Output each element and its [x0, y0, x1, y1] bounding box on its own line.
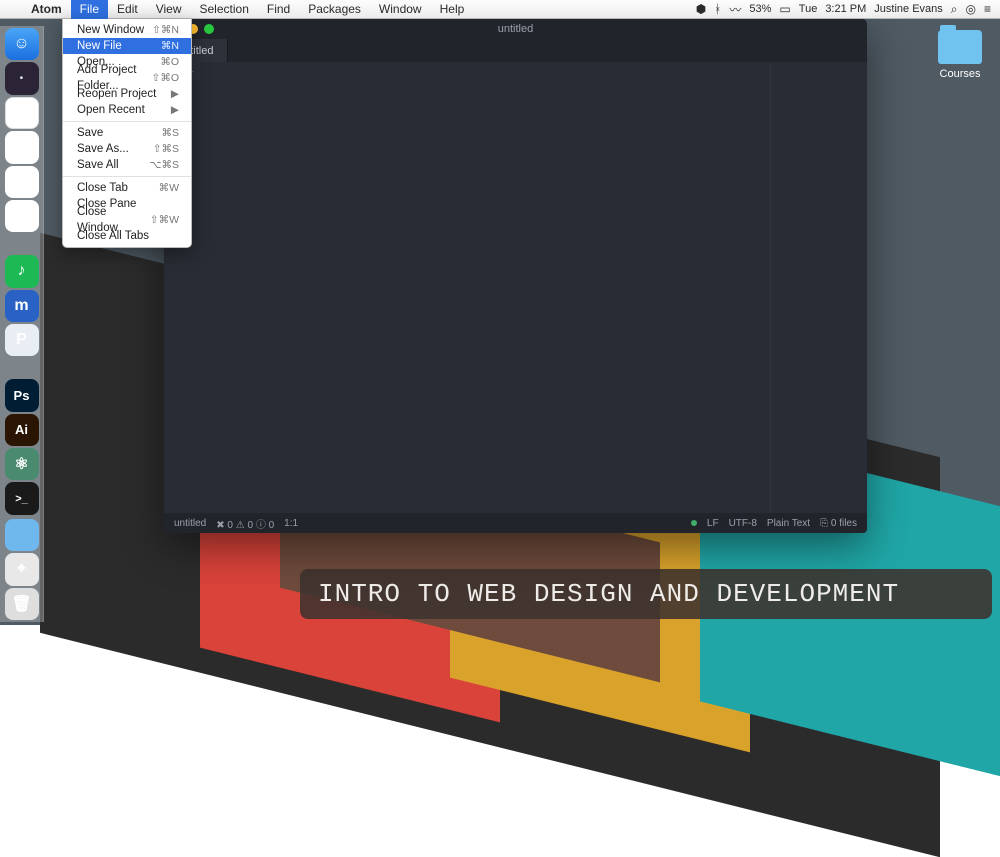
atom-editor-window: untitled untitled 1 untitled ✖ 0 ⚠ 0 ⓘ 0… — [164, 19, 867, 533]
menubar-item-help[interactable]: Help — [431, 0, 474, 19]
dock-app-photoshop[interactable]: Ps — [5, 379, 39, 411]
window-zoom-button[interactable] — [204, 24, 214, 34]
macos-menubar: Atom File Edit View Selection Find Packa… — [0, 0, 1000, 19]
dock-app-amazon-music[interactable]: m — [5, 290, 39, 322]
dock-app-firefox[interactable]: ∙ — [5, 62, 39, 94]
menu-item-open-recent[interactable]: Open Recent▶ — [63, 102, 191, 118]
wifi-icon[interactable]: 〰 — [729, 1, 741, 18]
menubar-item-view[interactable]: View — [147, 0, 191, 19]
menu-item-new-file[interactable]: New File⌘N — [63, 38, 191, 54]
menu-item-save-all[interactable]: Save All⌥⌘S — [63, 157, 191, 173]
status-filename[interactable]: untitled — [174, 518, 206, 529]
menubar-item-file[interactable]: File — [71, 0, 108, 19]
dock-app-chrome[interactable]: ◉ — [5, 97, 39, 129]
editor-statusbar: untitled ✖ 0 ⚠ 0 ⓘ 0 1:1 LF UTF-8 Plain … — [164, 513, 867, 533]
dock-app-illustrator[interactable]: Ai — [5, 414, 39, 446]
control-icon[interactable]: ◎ — [966, 2, 976, 16]
dropbox-icon[interactable]: ⬢ — [696, 2, 706, 16]
menubar-item-packages[interactable]: Packages — [299, 0, 370, 19]
menubar-day[interactable]: Tue — [799, 3, 818, 15]
dock-app-calendar[interactable]: 23 — [5, 200, 39, 232]
menubar-item-window[interactable]: Window — [370, 0, 431, 19]
dock-app-terminal[interactable]: >_ — [5, 482, 39, 514]
editor-tabbar: untitled — [164, 39, 867, 62]
file-menu-dropdown: New Window⇧⌘N New File⌘N Open...⌘O Add P… — [62, 19, 192, 248]
desktop-folder-courses[interactable]: Courses — [938, 30, 982, 80]
status-git[interactable]: ⎘ 0 files — [820, 518, 857, 529]
dock-app-pandora[interactable]: P — [5, 324, 39, 356]
window-title: untitled — [498, 23, 533, 35]
menubar-item-find[interactable]: Find — [258, 0, 299, 19]
menu-item-save[interactable]: Save⌘S — [63, 125, 191, 141]
window-titlebar[interactable]: untitled — [164, 19, 867, 39]
menu-item-close-all-tabs[interactable]: Close All Tabs — [63, 228, 191, 244]
desktop-folder-label: Courses — [938, 68, 982, 80]
menu-separator — [63, 121, 191, 122]
status-grammar[interactable]: Plain Text — [767, 518, 810, 529]
menu-item-save-as[interactable]: Save As...⇧⌘S — [63, 141, 191, 157]
battery-icon[interactable]: ▭ — [779, 2, 790, 16]
notifications-icon[interactable]: ≡ — [984, 2, 991, 16]
editor-text-area[interactable] — [200, 62, 867, 513]
video-caption: INTRO TO WEB DESIGN AND DEVELOPMENT — [300, 569, 992, 619]
spotlight-icon[interactable]: ⌕ — [951, 2, 958, 17]
status-cursor-position[interactable]: 1:1 — [284, 518, 298, 529]
menu-item-add-project-folder[interactable]: Add Project Folder...⇧⌘O — [63, 70, 191, 86]
dock-app-safari[interactable]: ✦ — [5, 131, 39, 163]
dock-app-slack[interactable]: S — [5, 166, 39, 198]
status-encoding[interactable]: UTF-8 — [729, 518, 757, 529]
status-diagnostics[interactable]: ✖ 0 ⚠ 0 ⓘ 0 — [216, 516, 274, 531]
status-line-ending[interactable]: LF — [707, 518, 719, 529]
menubar-time[interactable]: 3:21 PM — [825, 3, 866, 15]
dock-app-mouse[interactable]: ⌖ — [5, 553, 39, 585]
menu-item-close-tab[interactable]: Close Tab⌘W — [63, 180, 191, 196]
menubar-item-selection[interactable]: Selection — [191, 0, 258, 19]
wrap-guide-line — [770, 62, 771, 513]
dock-app-trash[interactable]: 🗑 — [5, 588, 39, 620]
menubar-item-edit[interactable]: Edit — [108, 0, 147, 19]
bluetooth-icon[interactable]: ᚼ — [714, 2, 721, 16]
menu-item-close-window[interactable]: Close Window⇧⌘W — [63, 212, 191, 228]
dock-app-finder[interactable]: ☺ — [5, 28, 39, 60]
battery-percent[interactable]: 53% — [749, 3, 771, 15]
menu-item-reopen-project[interactable]: Reopen Project▶ — [63, 86, 191, 102]
dock-app-spotify[interactable]: ♪ — [5, 255, 39, 287]
macos-dock: ☺ ∙ ◉ ✦ S 23 ♪ m P Ps Ai ⚛ >_ ⌖ 🗑 — [0, 26, 44, 622]
dock-app-atom[interactable]: ⚛ — [5, 448, 39, 480]
menu-separator — [63, 176, 191, 177]
dock-app-downloads[interactable] — [5, 519, 39, 551]
menubar-app-name[interactable]: Atom — [22, 0, 71, 19]
folder-icon — [938, 30, 982, 64]
status-ok-icon — [691, 520, 697, 526]
menu-item-new-window[interactable]: New Window⇧⌘N — [63, 22, 191, 38]
menubar-username[interactable]: Justine Evans — [874, 3, 942, 15]
